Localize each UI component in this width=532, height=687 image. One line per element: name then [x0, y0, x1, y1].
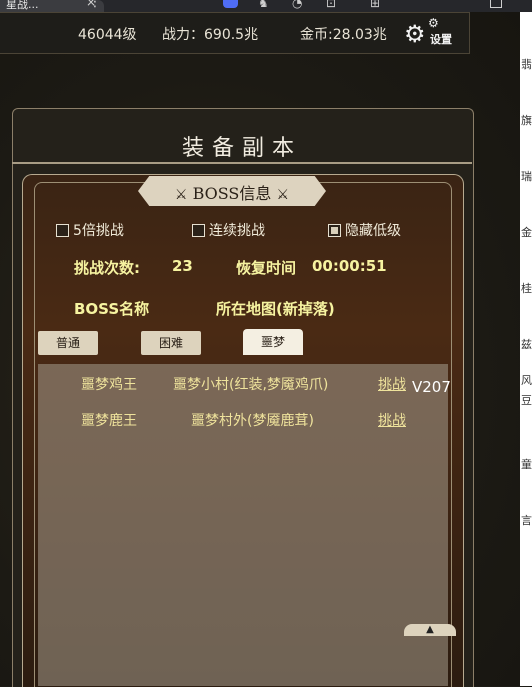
tab-boss-info-label: ⚔ BOSS信息 ⚔	[138, 180, 326, 204]
extension-icon[interactable]: ⊡	[326, 0, 336, 10]
attempts-label: 挑战次数:	[74, 259, 140, 277]
combat-power: 战力：690.5兆	[162, 27, 259, 43]
boss-name-header: BOSS名称	[74, 300, 150, 318]
recover-label: 恢复时间	[236, 259, 297, 277]
crossed-swords-icon: ⚔	[174, 187, 188, 203]
side-text: 言	[521, 514, 532, 527]
crossed-swords-icon: ⚔	[276, 187, 290, 203]
checkbox-box-checked[interactable]	[328, 223, 341, 237]
side-text: 旗	[521, 114, 532, 127]
side-text-strip: 翡 旗 瑞 金 桂 兹 风 豆 童 言	[520, 12, 532, 686]
side-text: 豆	[521, 394, 532, 407]
extension-icon[interactable]	[223, 0, 238, 8]
player-level: 46044级	[78, 27, 137, 43]
side-text: 童	[521, 458, 532, 471]
browser-tab-title: 星战...	[6, 0, 39, 11]
side-text: 翡	[521, 58, 532, 71]
boss-map: 噩梦村外(梦魇鹿茸)	[191, 413, 314, 429]
divider	[12, 162, 472, 164]
gold-amount: 金币:28.03兆	[300, 27, 387, 43]
checkbox-label: 隐藏低级	[345, 223, 401, 239]
maximize-icon[interactable]	[490, 0, 502, 8]
gear-icon: ⚙	[428, 16, 439, 30]
gear-icon: ⚙	[404, 20, 426, 48]
side-text: 风	[521, 374, 532, 387]
side-text: 兹	[521, 338, 532, 351]
challenge-link[interactable]: 挑战	[378, 374, 406, 394]
map-header: 所在地图(新掉落)	[216, 300, 335, 318]
tab-nightmare[interactable]: 噩梦	[243, 329, 303, 355]
version-label: V207	[412, 378, 451, 396]
checkbox-label: 5倍挑战	[73, 223, 124, 239]
settings-button[interactable]: ⚙ ⚙ 设置	[404, 16, 454, 50]
checkbox-continuous-challenge[interactable]: 连续挑战	[192, 222, 265, 239]
extension-icon[interactable]: ◔	[292, 0, 302, 10]
scroll-to-top-button[interactable]: ▲	[404, 624, 456, 636]
checkbox-5x-challenge[interactable]: 5倍挑战	[56, 222, 124, 239]
tab-normal[interactable]: 普通	[38, 331, 98, 355]
checkbox-box[interactable]	[192, 223, 205, 237]
boss-map: 噩梦小村(红装,梦魇鸡爪)	[173, 377, 329, 393]
extension-icon[interactable]: ⊞	[370, 0, 380, 10]
checkbox-label: 连续挑战	[209, 223, 265, 239]
tab-hard[interactable]: 困难	[141, 331, 201, 355]
side-text: 桂	[521, 282, 532, 295]
boss-name: 噩梦鹿王	[81, 413, 137, 429]
boss-name: 噩梦鸡王	[81, 377, 137, 393]
attempts-value: 23	[172, 257, 193, 275]
checkbox-box[interactable]	[56, 223, 69, 237]
checkbox-hide-low-level[interactable]: 隐藏低级	[328, 222, 401, 239]
challenge-link[interactable]: 挑战	[378, 410, 406, 430]
tab-label: BOSS信息	[192, 184, 272, 203]
side-text: 瑞	[521, 170, 532, 183]
extension-icon[interactable]: ♞	[258, 0, 269, 10]
menu-icon[interactable]: ⋮	[88, 0, 102, 10]
browser-tab-strip: 星战... × ⋮ ♞ ◔ ⊡ ⊞	[0, 0, 532, 12]
side-text: 金	[521, 226, 532, 239]
recover-timer: 00:00:51	[312, 257, 387, 275]
panel-title: 装备副本	[181, 136, 302, 161]
arrow-up-icon: ▲	[426, 624, 434, 635]
settings-label: 设置	[430, 33, 452, 46]
